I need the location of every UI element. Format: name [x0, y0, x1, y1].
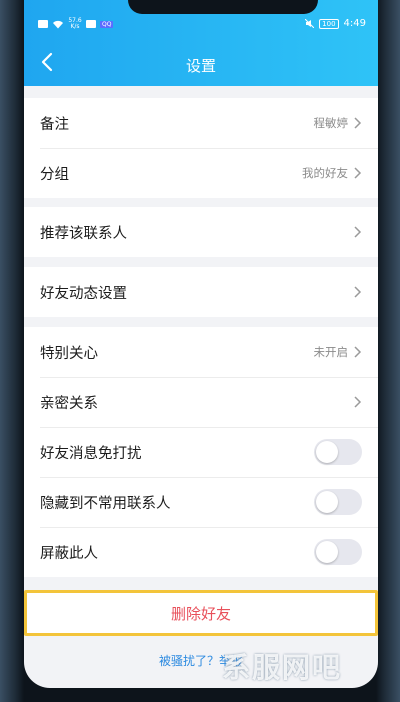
mute-icon [305, 19, 315, 28]
delete-friend-label: 删除好友 [170, 604, 231, 623]
status-bar: 57.6 K/s QQ 100 4:49 [24, 14, 378, 34]
dnd-toggle[interactable] [314, 439, 362, 465]
qq-badge: QQ [100, 20, 114, 28]
chevron-right-icon [354, 346, 362, 358]
row-remark[interactable]: 备注 程敏婷 [24, 98, 378, 148]
row-label: 好友动态设置 [40, 285, 127, 302]
network-speed: 57.6 K/s [68, 18, 82, 30]
wifi-icon [53, 20, 63, 28]
row-value: 我的好友 [302, 166, 348, 180]
row-label: 亲密关系 [40, 395, 98, 412]
speed-unit: K/s [70, 23, 80, 30]
sim-icon [38, 20, 48, 28]
row-value: 程敏婷 [313, 116, 349, 130]
notification-icon [86, 20, 96, 28]
row-label: 分组 [40, 166, 69, 183]
status-time: 4:49 [343, 18, 366, 29]
chevron-right-icon [354, 286, 362, 298]
battery-indicator: 100 [319, 18, 339, 29]
privacy-group: 特别关心 未开启 亲密关系 好友消息免打扰 隐藏到不常用联系人 屏蔽此人 [24, 327, 378, 577]
page-title: 设置 [185, 57, 216, 75]
row-hide: 隐藏到不常用联系人 [24, 477, 378, 527]
moments-group: 好友动态设置 [24, 267, 378, 317]
row-group[interactable]: 分组 我的好友 [24, 148, 378, 198]
row-special-care[interactable]: 特别关心 未开启 [24, 327, 378, 377]
row-label: 隐藏到不常用联系人 [40, 495, 171, 512]
chevron-right-icon [354, 396, 362, 408]
toggle-knob [316, 541, 338, 563]
watermark-text: 系服网吧 [222, 651, 343, 684]
row-recommend[interactable]: 推荐该联系人 [24, 207, 378, 257]
info-group: 备注 程敏婷 分组 我的好友 [24, 98, 378, 198]
chevron-right-icon [354, 226, 362, 238]
row-label: 特别关心 [40, 345, 98, 362]
row-moments[interactable]: 好友动态设置 [24, 267, 378, 317]
delete-friend-button[interactable]: 删除好友 [24, 590, 378, 636]
chevron-right-icon [354, 167, 362, 179]
row-label: 屏蔽此人 [40, 545, 98, 562]
phone-screen: 57.6 K/s QQ 100 4:49 设置 备注 程敏婷 分组 我的好友 推… [24, 0, 378, 688]
toggle-knob [316, 441, 338, 463]
recommend-group: 推荐该联系人 [24, 207, 378, 257]
row-label: 推荐该联系人 [40, 225, 127, 242]
camera-notch [128, 0, 318, 14]
row-block: 屏蔽此人 [24, 527, 378, 577]
chevron-right-icon [354, 117, 362, 129]
block-toggle[interactable] [314, 539, 362, 565]
row-label: 好友消息免打扰 [40, 445, 142, 462]
row-intimate[interactable]: 亲密关系 [24, 377, 378, 427]
toggle-knob [316, 491, 338, 513]
hide-toggle[interactable] [314, 489, 362, 515]
row-label: 备注 [40, 116, 69, 133]
row-value: 未开启 [313, 345, 349, 359]
row-dnd: 好友消息免打扰 [24, 427, 378, 477]
